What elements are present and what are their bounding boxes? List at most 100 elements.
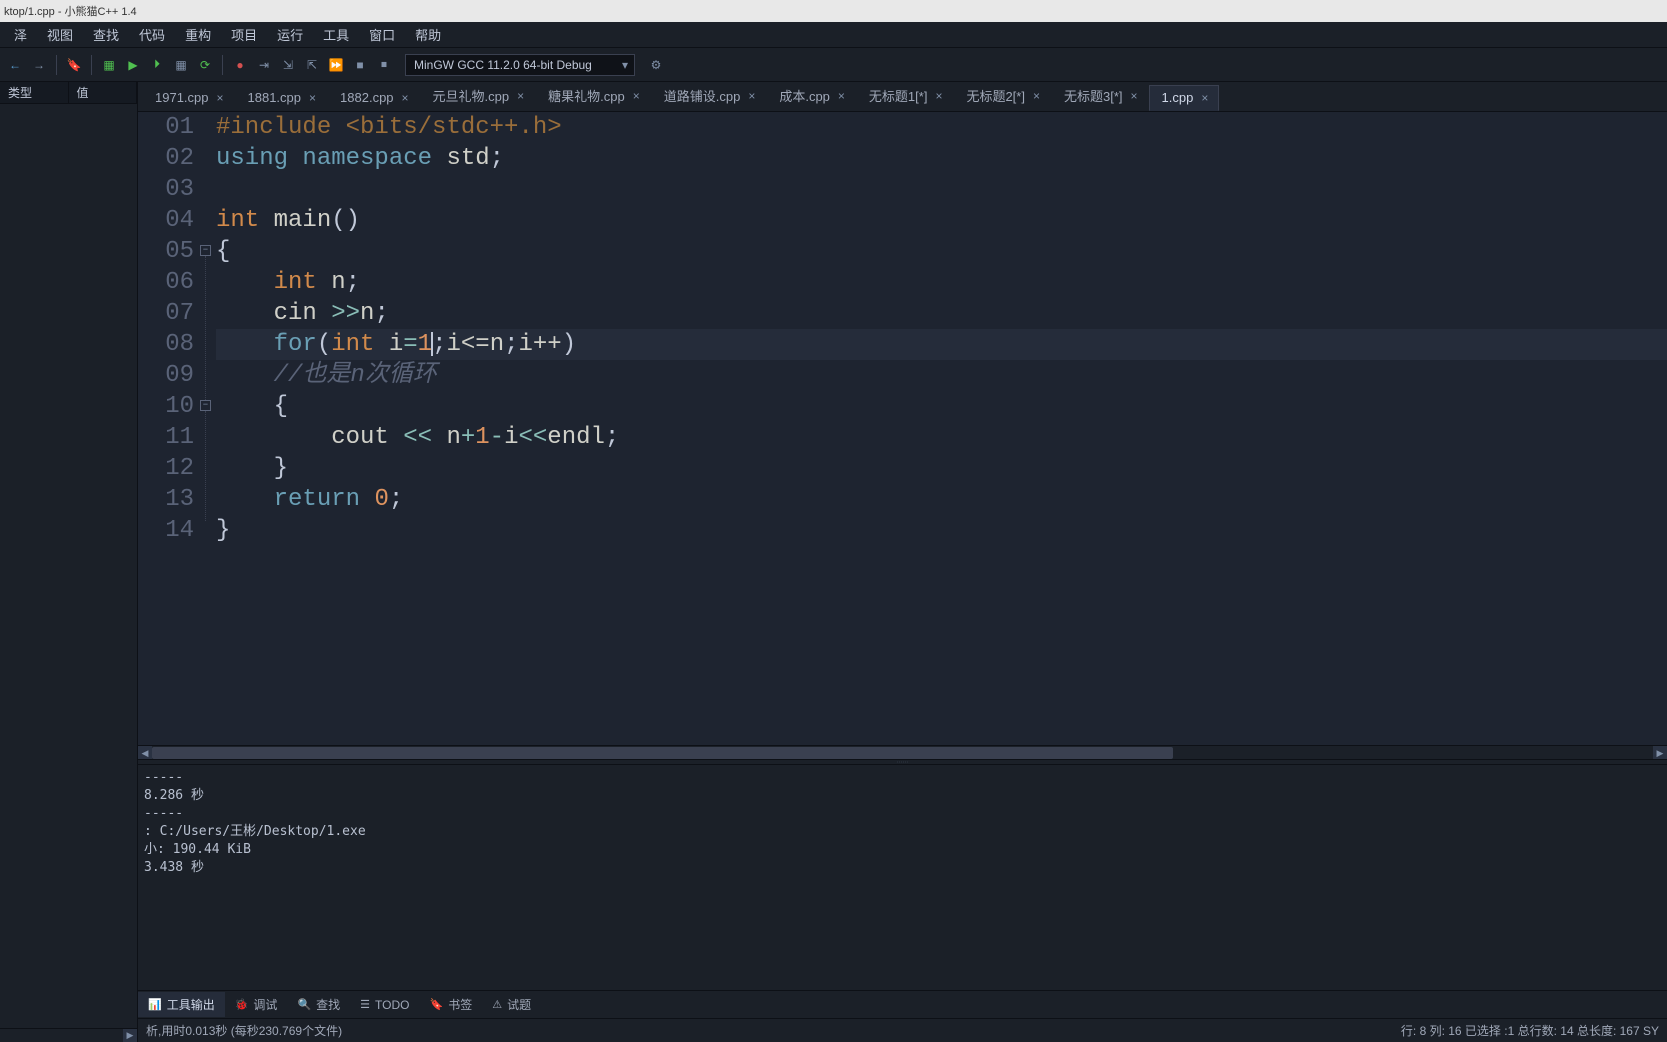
- tab-label: 元旦礼物.cpp: [433, 86, 510, 105]
- tab-label: TODO: [375, 998, 409, 1012]
- close-icon[interactable]: ×: [1199, 91, 1210, 105]
- editor-tab[interactable]: 1971.cpp ×: [142, 85, 235, 111]
- editor-tab[interactable]: 无标题3[*]×: [1051, 82, 1149, 111]
- menu-search[interactable]: 查找: [83, 22, 129, 47]
- close-icon[interactable]: ×: [1031, 89, 1042, 103]
- title-bar: ktop/1.cpp - 小熊猫C++ 1.4: [0, 0, 1667, 22]
- run-button[interactable]: ▶: [122, 54, 144, 76]
- scroll-thumb[interactable]: [152, 747, 1173, 759]
- console-line: -----: [144, 769, 1661, 787]
- line-gutter: 0102030405060708091011121314: [138, 112, 200, 745]
- editor-tab[interactable]: 成本.cpp×: [766, 82, 856, 111]
- tab-label: 1881.cpp: [248, 90, 302, 105]
- menu-window[interactable]: 窗口: [359, 22, 405, 47]
- restart-button[interactable]: ⏹: [373, 54, 395, 76]
- editor-tab[interactable]: 1882.cpp ×: [327, 85, 420, 111]
- bottom-tab[interactable]: ⚠试题: [482, 992, 541, 1017]
- close-icon[interactable]: ×: [515, 89, 526, 103]
- console-line: 3.438 秒: [144, 859, 1661, 877]
- fold-icon[interactable]: −: [200, 400, 211, 411]
- compile-button[interactable]: ▦: [98, 54, 120, 76]
- sp-col-type[interactable]: 类型: [0, 82, 69, 103]
- close-icon[interactable]: ×: [933, 89, 944, 103]
- close-icon[interactable]: ×: [400, 91, 411, 105]
- console-line: -----: [144, 805, 1661, 823]
- side-panel: 类型 值 ▶: [0, 82, 138, 1042]
- close-icon[interactable]: ×: [836, 89, 847, 103]
- status-right: 行: 8 列: 16 已选择 :1 总行数: 14 总长度: 167 SY: [1401, 1022, 1659, 1039]
- step-out-button[interactable]: ⇱: [301, 54, 323, 76]
- forward-button[interactable]: →: [28, 54, 50, 76]
- bottom-tab[interactable]: 🔖书签: [419, 992, 482, 1017]
- line-number: 08: [138, 329, 194, 360]
- step-into-button[interactable]: ⇲: [277, 54, 299, 76]
- close-icon[interactable]: ×: [307, 91, 318, 105]
- menu-view[interactable]: 视图: [37, 22, 83, 47]
- compiler-selector[interactable]: MinGW GCC 11.2.0 64-bit Debug: [405, 54, 635, 76]
- fold-icon[interactable]: −: [200, 245, 211, 256]
- tab-label: 无标题2[*]: [966, 86, 1025, 105]
- tab-icon: 📊: [148, 998, 162, 1011]
- stop-button[interactable]: ■: [349, 54, 371, 76]
- bottom-tabbar: 📊 工具输出 🐞调试 🔍 查找 ☰TODO🔖书签⚠试题: [138, 990, 1667, 1018]
- scroll-right-icon[interactable]: ▶: [1653, 746, 1667, 760]
- line-number: 01: [138, 112, 194, 143]
- settings-button[interactable]: ⚙: [645, 54, 667, 76]
- menu-project[interactable]: 项目: [221, 22, 267, 47]
- close-icon[interactable]: ×: [631, 89, 642, 103]
- editor-tab[interactable]: 糖果礼物.cpp×: [535, 82, 651, 111]
- close-icon[interactable]: ×: [1129, 89, 1140, 103]
- bottom-tab[interactable]: ☰TODO: [350, 994, 419, 1016]
- tab-label: 1882.cpp: [340, 90, 394, 105]
- toolbar: ← → 🔖 ▦ ▶ ⏵ ▦ ⟳ ● ⇥ ⇲ ⇱ ⏩ ■ ⏹ MinGW GCC …: [0, 48, 1667, 82]
- continue-button[interactable]: ⏩: [325, 54, 347, 76]
- title-text: ktop/1.cpp - 小熊猫C++ 1.4: [4, 3, 137, 19]
- bookmark-icon[interactable]: 🔖: [63, 54, 85, 76]
- menu-run[interactable]: 运行: [267, 22, 313, 47]
- tab-icon: 🔍: [297, 998, 311, 1011]
- code-editor[interactable]: 0102030405060708091011121314 − − #includ…: [138, 112, 1667, 745]
- sp-col-value[interactable]: 值: [69, 82, 138, 103]
- sp-hscroll[interactable]: ▶: [0, 1028, 137, 1042]
- bottom-tab[interactable]: 🔍 查找: [287, 992, 350, 1017]
- editor-tab[interactable]: 道路铺设.cpp×: [651, 82, 767, 111]
- console-output[interactable]: -----8.286 秒-----: C:/Users/王彬/Desktop/1…: [138, 765, 1667, 990]
- rebuild-button[interactable]: ▦: [170, 54, 192, 76]
- line-number: 04: [138, 205, 194, 236]
- step-over-button[interactable]: ⇥: [253, 54, 275, 76]
- tab-label: 工具输出: [167, 996, 215, 1013]
- close-icon[interactable]: ×: [215, 91, 226, 105]
- editor-tab[interactable]: 无标题2[*] ×: [953, 82, 1051, 111]
- menu-help[interactable]: 帮助: [405, 22, 451, 47]
- debug-button[interactable]: ●: [229, 54, 251, 76]
- sp-scroll-right-icon[interactable]: ▶: [123, 1029, 137, 1042]
- editor-tab[interactable]: 1881.cpp ×: [235, 85, 328, 111]
- line-number: 03: [138, 174, 194, 205]
- editor-tab[interactable]: 元旦礼物.cpp ×: [420, 82, 536, 111]
- tab-icon: ⚠: [492, 998, 502, 1011]
- bottom-tab[interactable]: 🐞调试: [225, 992, 288, 1017]
- editor-tab[interactable]: 1.cpp×: [1149, 85, 1220, 111]
- line-number: 06: [138, 267, 194, 298]
- scroll-left-icon[interactable]: ◀: [138, 746, 152, 760]
- line-number: 13: [138, 484, 194, 515]
- compile-run-button[interactable]: ⏵: [146, 54, 168, 76]
- menu-refactor[interactable]: 重构: [175, 22, 221, 47]
- menu-file[interactable]: 泽: [4, 22, 37, 47]
- tab-label: 1971.cpp: [155, 90, 209, 105]
- menu-tools[interactable]: 工具: [313, 22, 359, 47]
- tab-label: 查找: [316, 996, 340, 1013]
- back-button[interactable]: ←: [4, 54, 26, 76]
- line-number: 11: [138, 422, 194, 453]
- menu-code[interactable]: 代码: [129, 22, 175, 47]
- bottom-tab[interactable]: 📊 工具输出: [138, 992, 225, 1017]
- editor-hscroll[interactable]: ◀ ▶: [138, 745, 1667, 759]
- close-icon[interactable]: ×: [746, 89, 757, 103]
- rebuild-all-button[interactable]: ⟳: [194, 54, 216, 76]
- editor-tab[interactable]: 无标题1[*]×: [856, 82, 954, 111]
- console-line: 小: 190.44 KiB: [144, 841, 1661, 859]
- code-lines[interactable]: #include <bits/stdc++.h> using namespace…: [216, 112, 1667, 745]
- fold-column[interactable]: − −: [200, 112, 216, 745]
- line-number: 14: [138, 515, 194, 546]
- line-number: 05: [138, 236, 194, 267]
